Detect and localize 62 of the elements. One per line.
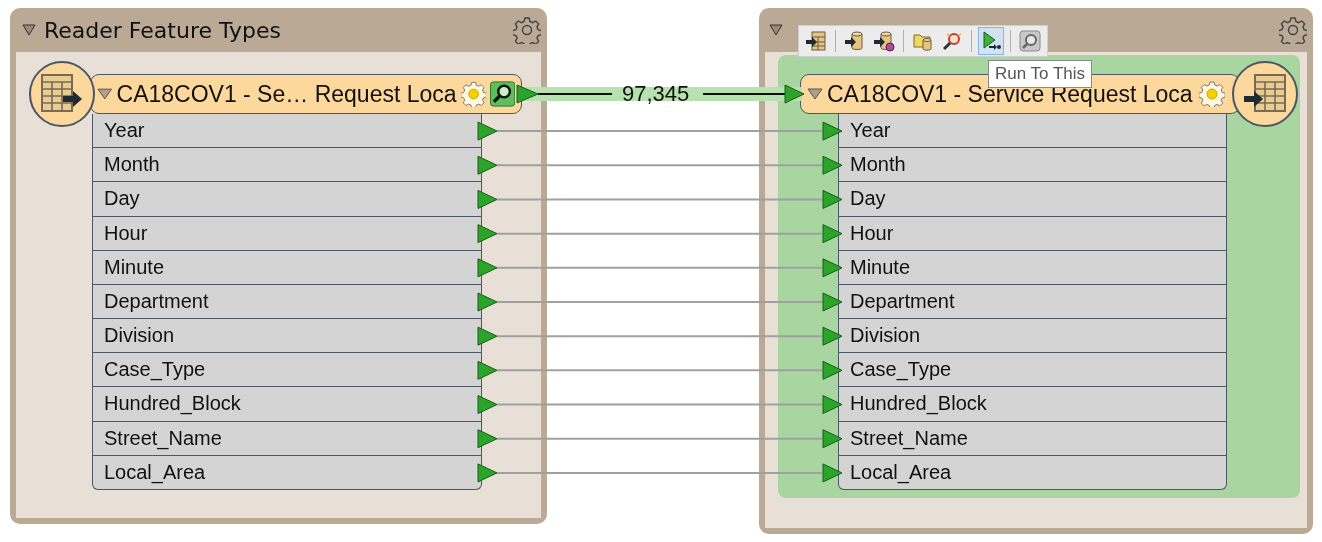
input-port-icon[interactable] <box>822 155 843 175</box>
attribute-row[interactable]: Hour <box>838 216 1227 251</box>
output-port-icon[interactable] <box>516 84 539 104</box>
input-port-icon[interactable] <box>784 84 805 104</box>
output-port-icon[interactable] <box>477 258 498 278</box>
attribute-row[interactable]: Local_Area <box>838 455 1227 490</box>
feature-type-name: CA18COV1 - Se… Request Loca <box>116 80 457 108</box>
attribute-row[interactable]: Day <box>838 182 1227 217</box>
settings-icon[interactable] <box>1279 16 1307 44</box>
input-port-icon[interactable] <box>822 429 843 449</box>
output-port-icon[interactable] <box>477 463 498 483</box>
input-port-icon[interactable] <box>822 360 843 380</box>
output-port-icon[interactable] <box>477 395 498 415</box>
attribute-row[interactable]: Minute <box>838 250 1227 285</box>
attribute-row[interactable]: Department <box>92 284 482 320</box>
attribute-connection-line[interactable] <box>496 471 823 474</box>
attribute-row[interactable]: Month <box>838 148 1227 183</box>
attribute-row[interactable]: Hundred_Block <box>838 387 1227 422</box>
feature-count: 97,345 <box>622 82 690 106</box>
sun-gear-icon[interactable] <box>1198 81 1225 107</box>
attribute-row[interactable]: Case_Type <box>838 353 1227 388</box>
feature-type-header[interactable]: CA18COV1 - Se… Request Loca <box>90 74 522 114</box>
attribute-row[interactable]: Street_Name <box>838 421 1227 456</box>
attribute-row[interactable]: Hundred_Block <box>92 387 482 422</box>
output-port-icon[interactable] <box>477 121 498 141</box>
attribute-row[interactable]: Department <box>838 284 1227 320</box>
attribute-row[interactable]: Month <box>92 148 482 183</box>
attribute-row[interactable]: Local_Area <box>92 455 482 490</box>
attribute-row[interactable]: Case_Type <box>92 353 482 388</box>
inspect-icon[interactable] <box>489 81 515 107</box>
collapse-triangle-icon[interactable] <box>22 24 36 36</box>
attribute-row[interactable]: Division <box>92 319 482 354</box>
output-port-icon[interactable] <box>477 189 498 209</box>
attribute-row[interactable]: Minute <box>92 250 482 285</box>
attribute-row[interactable]: Year <box>92 114 482 149</box>
toolbar-button[interactable] <box>978 27 1004 55</box>
expand-triangle-icon[interactable] <box>97 88 113 100</box>
tooltip: Run To This <box>988 60 1093 88</box>
attribute-row[interactable]: Hour <box>92 216 482 251</box>
attribute-connection-line[interactable] <box>496 130 823 133</box>
input-port-icon[interactable] <box>822 258 843 278</box>
input-port-icon[interactable] <box>822 395 843 415</box>
settings-icon[interactable] <box>513 16 541 44</box>
output-port-icon[interactable] <box>477 292 498 312</box>
output-port-icon[interactable] <box>477 155 498 175</box>
attribute-row[interactable]: Division <box>838 319 1227 354</box>
expand-triangle-icon[interactable] <box>807 88 823 100</box>
attribute-row[interactable]: Day <box>92 182 482 217</box>
attribute-row[interactable]: Year <box>838 114 1227 149</box>
input-port-icon[interactable] <box>822 224 843 244</box>
output-port-icon[interactable] <box>477 224 498 244</box>
bookmark-title: Reader Feature Types <box>44 17 282 43</box>
collapse-triangle-icon[interactable] <box>769 24 783 36</box>
input-port-icon[interactable] <box>822 463 843 483</box>
output-port-icon[interactable] <box>477 326 498 346</box>
output-port-icon[interactable] <box>477 429 498 449</box>
input-port-icon[interactable] <box>822 121 843 141</box>
attribute-row[interactable]: Street_Name <box>92 421 482 456</box>
input-port-icon[interactable] <box>822 189 843 209</box>
input-port-icon[interactable] <box>822 326 843 346</box>
output-port-icon[interactable] <box>477 360 498 380</box>
input-port-icon[interactable] <box>822 292 843 312</box>
